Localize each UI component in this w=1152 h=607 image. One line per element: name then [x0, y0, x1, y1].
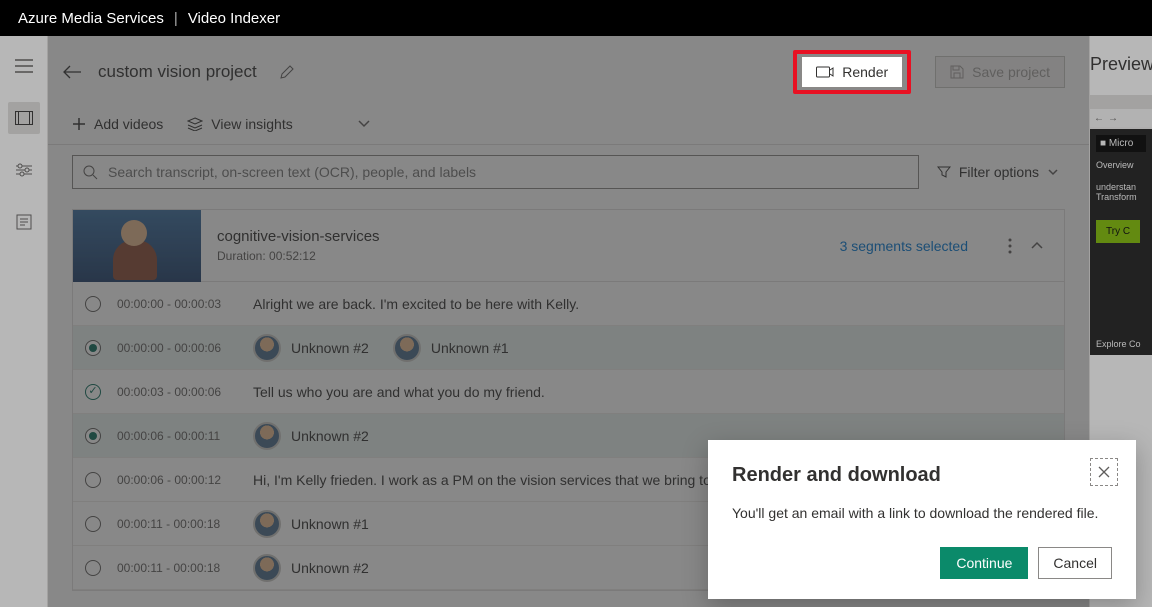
cancel-button[interactable]: Cancel — [1038, 547, 1112, 579]
render-button[interactable]: Render — [801, 56, 903, 88]
close-icon[interactable] — [1090, 458, 1118, 486]
speaker-name: Unknown #1 — [291, 516, 369, 532]
save-project-button: Save project — [935, 56, 1065, 88]
speaker-avatar[interactable] — [393, 334, 421, 362]
chevron-down-icon — [1047, 167, 1059, 177]
row-selector[interactable] — [85, 472, 101, 488]
row-time: 00:00:03 - 00:00:06 — [117, 385, 237, 399]
transcript-text: Alright we are back. I'm excited to be h… — [253, 296, 579, 312]
transcript-text: Tell us who you are and what you do my f… — [253, 384, 545, 400]
segments-selected: 3 segments selected — [840, 238, 1008, 254]
insights-icon[interactable] — [8, 206, 40, 238]
edit-icon[interactable] — [279, 65, 294, 80]
video-thumbnail[interactable] — [73, 210, 201, 282]
filter-icon — [937, 165, 951, 179]
row-selector[interactable] — [85, 340, 101, 356]
transcript-row[interactable]: 00:00:03 - 00:00:06 Tell us who you are a… — [73, 370, 1064, 414]
preview-title: Preview — [1090, 54, 1152, 75]
speaker-avatar[interactable] — [253, 422, 281, 450]
search-input[interactable] — [108, 164, 908, 180]
add-videos-button[interactable]: Add videos — [72, 116, 163, 132]
video-library-icon[interactable] — [8, 102, 40, 134]
filter-settings-icon[interactable] — [8, 154, 40, 186]
video-header: cognitive-vision-services Duration: 00:5… — [73, 210, 1064, 282]
speaker-name: Unknown #1 — [431, 340, 509, 356]
row-time: 00:00:11 - 00:00:18 — [117, 561, 237, 575]
filter-options-button[interactable]: Filter options — [931, 164, 1065, 180]
render-icon — [816, 65, 834, 79]
header-row: custom vision project Render Save projec… — [48, 36, 1089, 108]
nav-fwd-icon: → — [1108, 113, 1118, 124]
search-icon — [83, 165, 98, 180]
row-content: Tell us who you are and what you do my f… — [253, 384, 1052, 400]
transcript-row[interactable]: 00:00:00 - 00:00:03 Alright we are back. … — [73, 282, 1064, 326]
chevron-down-icon[interactable] — [357, 119, 371, 129]
speaker-avatar[interactable] — [253, 334, 281, 362]
row-selector[interactable] — [85, 516, 101, 532]
render-download-modal: Render and download You'll get an email … — [708, 440, 1136, 599]
continue-button[interactable]: Continue — [940, 547, 1028, 579]
modal-title: Render and download — [732, 464, 1112, 487]
row-time: 00:00:11 - 00:00:18 — [117, 517, 237, 531]
speaker-avatar[interactable] — [253, 554, 281, 582]
more-icon[interactable] — [1008, 238, 1012, 254]
speaker-name: Unknown #2 — [291, 340, 369, 356]
search-row: Filter options — [48, 145, 1089, 199]
speaker-name: Unknown #2 — [291, 560, 369, 576]
row-time: 00:00:00 - 00:00:03 — [117, 297, 237, 311]
search-box[interactable] — [72, 155, 919, 189]
row-selector[interactable] — [85, 428, 101, 444]
plus-icon — [72, 117, 86, 131]
row-time: 00:00:00 - 00:00:06 — [117, 341, 237, 355]
brand: Azure Media Services — [18, 10, 164, 27]
row-time: 00:00:06 - 00:00:12 — [117, 473, 237, 487]
row-selector[interactable] — [85, 560, 101, 576]
row-content: Alright we are back. I'm excited to be h… — [253, 296, 1052, 312]
speaker-avatar[interactable] — [253, 510, 281, 538]
transcript-row[interactable]: 00:00:00 - 00:00:06 Unknown #2 Unknown #1 — [73, 326, 1064, 370]
row-time: 00:00:06 - 00:00:11 — [117, 429, 237, 443]
row-selector[interactable] — [85, 384, 101, 400]
row-selector[interactable] — [85, 296, 101, 312]
menu-icon[interactable] — [8, 50, 40, 82]
preview-browser: ← → ■ Micro Overview understan Transform… — [1090, 95, 1152, 355]
video-title: cognitive-vision-services — [217, 228, 824, 245]
project-title: custom vision project — [98, 62, 257, 82]
save-icon — [950, 65, 964, 79]
topbar: Azure Media Services | Video Indexer — [0, 0, 1152, 36]
try-button[interactable]: Try C — [1096, 220, 1140, 243]
section: Video Indexer — [188, 10, 280, 27]
speaker-name: Unknown #2 — [291, 428, 369, 444]
view-insights-button[interactable]: View insights — [187, 116, 292, 132]
separator: | — [174, 10, 178, 27]
back-arrow-icon[interactable] — [60, 60, 84, 84]
render-highlight: Render — [793, 50, 911, 94]
nav-back-icon: ← — [1094, 113, 1104, 124]
modal-body: You'll get an email with a link to downl… — [732, 505, 1112, 521]
left-rail — [0, 36, 48, 607]
chevron-up-icon[interactable] — [1030, 241, 1044, 251]
row-content: Unknown #2 Unknown #1 — [253, 334, 1052, 362]
video-duration: Duration: 00:52:12 — [217, 249, 824, 263]
layers-icon — [187, 117, 203, 131]
toolbar-row: Add videos View insights — [48, 108, 1089, 145]
